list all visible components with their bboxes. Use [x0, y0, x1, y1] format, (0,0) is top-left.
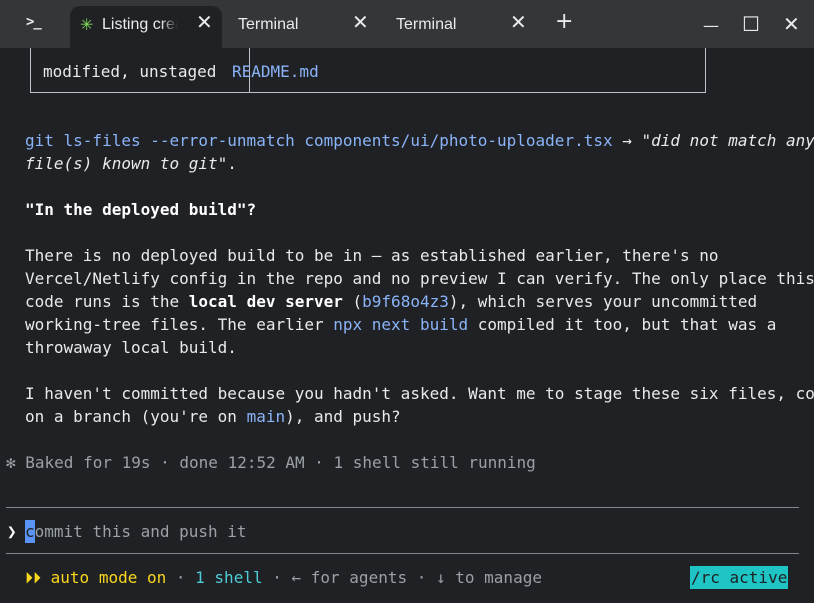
git-command: git ls-files --error-unmatch components/… — [25, 131, 613, 150]
divider — [6, 507, 799, 508]
git-status-table: modified, unstaged README.md — [30, 48, 706, 93]
prompt-input[interactable]: commit this and push it — [25, 520, 247, 543]
emphasis: local dev server — [188, 292, 343, 311]
message-line: code runs is the local dev server (b9f68… — [25, 292, 758, 311]
footer-status: ⏵⏵ auto mode on · 1 shell · ← for agents… — [25, 568, 542, 587]
asterisk-icon: ✻ — [6, 453, 16, 472]
close-window-button[interactable]: ✕ — [783, 12, 800, 36]
message-line: I haven't committed because you hadn't a… — [25, 384, 814, 403]
message-heading: "In the deployed build"? — [25, 200, 257, 219]
message-line: throwaway local build. — [25, 338, 237, 357]
tab-label: Listing crea — [102, 16, 178, 33]
agents-hint: ← for agents — [291, 568, 408, 587]
minimize-button[interactable]: — — [703, 14, 719, 38]
tab-listing[interactable]: ✳ Listing crea ✕ — [70, 6, 222, 48]
table-cell-status: modified, unstaged — [43, 62, 217, 81]
auto-mode-label[interactable]: auto mode on — [41, 568, 167, 587]
prompt-placeholder: ommit this and push it — [34, 522, 247, 541]
inline-command: npx next build — [333, 315, 469, 334]
git-result: "did not match any — [641, 131, 814, 150]
tab-terminal-1[interactable]: Terminal ✕ — [228, 6, 378, 44]
prompt-caret-icon: ❯ — [7, 522, 17, 541]
tab-label: Terminal — [396, 16, 457, 33]
divider — [6, 553, 799, 554]
tab-close-icon[interactable]: ✕ — [510, 13, 527, 33]
git-command-line: git ls-files --error-unmatch components/… — [25, 129, 814, 152]
table-cell-file: README.md — [232, 62, 319, 81]
status-line: ✻ Baked for 19s · done 12:52 AM · 1 shel… — [6, 451, 536, 474]
tab-close-icon[interactable]: ✕ — [352, 13, 369, 33]
tab-close-icon[interactable]: ✕ — [196, 13, 213, 33]
message-line: Vercel/Netlify config in the repo and no… — [25, 269, 814, 288]
status-text: Baked for 19s · done 12:52 AM · 1 shell … — [15, 453, 536, 472]
message-line: working-tree files. The earlier npx next… — [25, 315, 777, 334]
arrow: → — [612, 131, 642, 150]
title-bar: >_ ✳ Listing crea ✕ Terminal ✕ Terminal … — [0, 0, 814, 48]
message-line: on a branch (you're on main), and push? — [25, 407, 401, 426]
terminal-app-icon[interactable]: >_ — [26, 14, 42, 30]
new-tab-button[interactable]: + — [555, 10, 573, 34]
tab-label: Terminal — [238, 16, 299, 33]
text-cursor: c — [25, 520, 35, 543]
shell-count[interactable]: 1 shell — [195, 568, 262, 587]
git-result-line: file(s) known to git". — [25, 154, 237, 173]
tab-terminal-2[interactable]: Terminal ✕ — [386, 6, 536, 44]
message-line: There is no deployed build to be in — as… — [25, 246, 719, 265]
sparkle-icon: ✳ — [80, 17, 94, 34]
git-result-cont: file(s) known to git" — [25, 154, 228, 173]
branch-name: main — [246, 407, 286, 426]
rc-active-badge: /rc active — [690, 566, 789, 589]
shell-id: b9f68o4z3 — [362, 292, 449, 311]
maximize-button[interactable]: ☐ — [742, 12, 760, 36]
fast-forward-icon: ⏵⏵ — [25, 568, 42, 587]
manage-hint: ↓ to manage — [436, 568, 542, 587]
terminal-output: modified, unstaged README.md git ls-file… — [0, 48, 814, 603]
